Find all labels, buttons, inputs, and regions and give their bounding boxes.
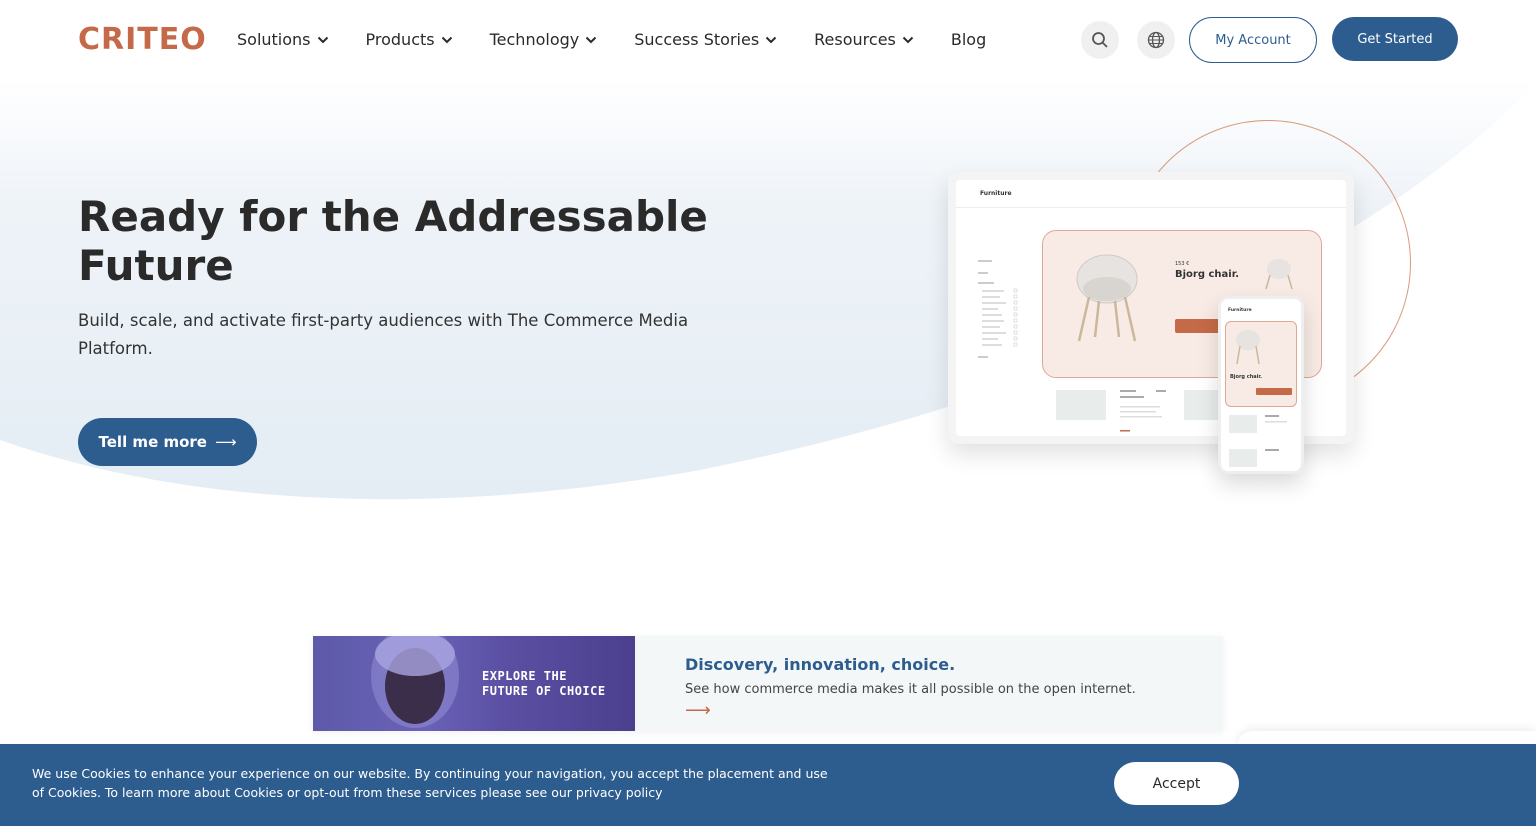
mock-price: 153 € bbox=[1175, 261, 1190, 267]
site-header: CRITEO Solutions Products Technology Suc… bbox=[0, 0, 1536, 80]
criteo-logo[interactable]: CRITEO bbox=[78, 22, 207, 57]
nav-products[interactable]: Products bbox=[366, 30, 453, 49]
hero-title: Ready for the Addressable Future bbox=[78, 192, 708, 290]
mock-filter-list bbox=[978, 260, 1018, 358]
phone-product-card: Bjorg chair. bbox=[1225, 321, 1297, 407]
promo-title[interactable]: Discovery, innovation, choice. bbox=[685, 655, 955, 674]
chevron-down-icon bbox=[765, 36, 777, 43]
search-button[interactable] bbox=[1081, 21, 1119, 59]
nav-blog[interactable]: Blog bbox=[951, 30, 986, 49]
hero-subtitle: Build, scale, and activate first-party a… bbox=[78, 311, 689, 358]
search-icon bbox=[1092, 32, 1108, 48]
promo-banner[interactable]: EXPLORE THE FUTURE OF CHOICE Discovery, … bbox=[313, 636, 1223, 731]
chevron-down-icon bbox=[317, 36, 328, 43]
chair-illustration bbox=[1236, 330, 1260, 365]
nav-solutions[interactable]: Solutions bbox=[237, 30, 329, 49]
nav-label: Blog bbox=[950, 30, 987, 49]
chair-thumb-illustration bbox=[1265, 259, 1293, 290]
mock-product-name: Bjorg chair. bbox=[1175, 269, 1240, 280]
my-account-button[interactable]: My Account bbox=[1189, 17, 1317, 63]
phone-brand: Furniture bbox=[1228, 308, 1252, 313]
nav-technology[interactable]: Technology bbox=[490, 30, 598, 49]
promo-description: See how commerce media makes it all poss… bbox=[685, 682, 1136, 697]
language-button[interactable] bbox=[1137, 21, 1175, 59]
nav-resources[interactable]: Resources bbox=[814, 30, 914, 49]
arrow-right-icon: ⟶ bbox=[214, 433, 237, 451]
chevron-down-icon bbox=[441, 36, 452, 43]
tell-me-more-button[interactable]: Tell me more ⟶ bbox=[78, 418, 257, 466]
phone-lower-section bbox=[1229, 415, 1287, 467]
cta-label: Tell me more bbox=[98, 433, 207, 451]
promo-image-text: EXPLORE THE FUTURE OF CHOICE bbox=[482, 669, 606, 698]
arrow-right-icon[interactable]: ⟶ bbox=[685, 700, 711, 721]
nav-label: Success Stories bbox=[634, 30, 760, 49]
phone-mockup: Furniture Bjorg chair. bbox=[1218, 296, 1304, 474]
cookie-text: We use Cookies to enhance your experienc… bbox=[32, 766, 828, 800]
get-started-button[interactable]: Get Started bbox=[1332, 17, 1458, 61]
nav-label: Resources bbox=[814, 30, 896, 49]
mock-add-to-cart bbox=[1175, 319, 1219, 333]
cookie-banner: We use Cookies to enhance your experienc… bbox=[0, 744, 1536, 826]
phone-product-name: Bjorg chair. bbox=[1230, 374, 1263, 380]
chevron-down-icon bbox=[902, 36, 914, 43]
person-silhouette-illustration bbox=[371, 636, 459, 728]
phone-add-to-cart bbox=[1256, 388, 1292, 395]
nav-label: Technology bbox=[489, 30, 580, 49]
promo-image: EXPLORE THE FUTURE OF CHOICE bbox=[313, 636, 635, 731]
nav-label: Solutions bbox=[237, 30, 311, 49]
globe-icon bbox=[1147, 31, 1165, 49]
main-nav: Solutions Products Technology Success St… bbox=[237, 30, 1023, 49]
accept-cookies-button[interactable]: Accept bbox=[1114, 762, 1239, 805]
nav-success-stories[interactable]: Success Stories bbox=[634, 30, 777, 49]
nav-label: Products bbox=[365, 30, 435, 49]
mock-topbar: Furniture bbox=[956, 180, 1346, 208]
chevron-down-icon bbox=[586, 36, 597, 43]
mock-brand: Furniture bbox=[980, 190, 1012, 197]
chair-illustration bbox=[1076, 254, 1138, 342]
